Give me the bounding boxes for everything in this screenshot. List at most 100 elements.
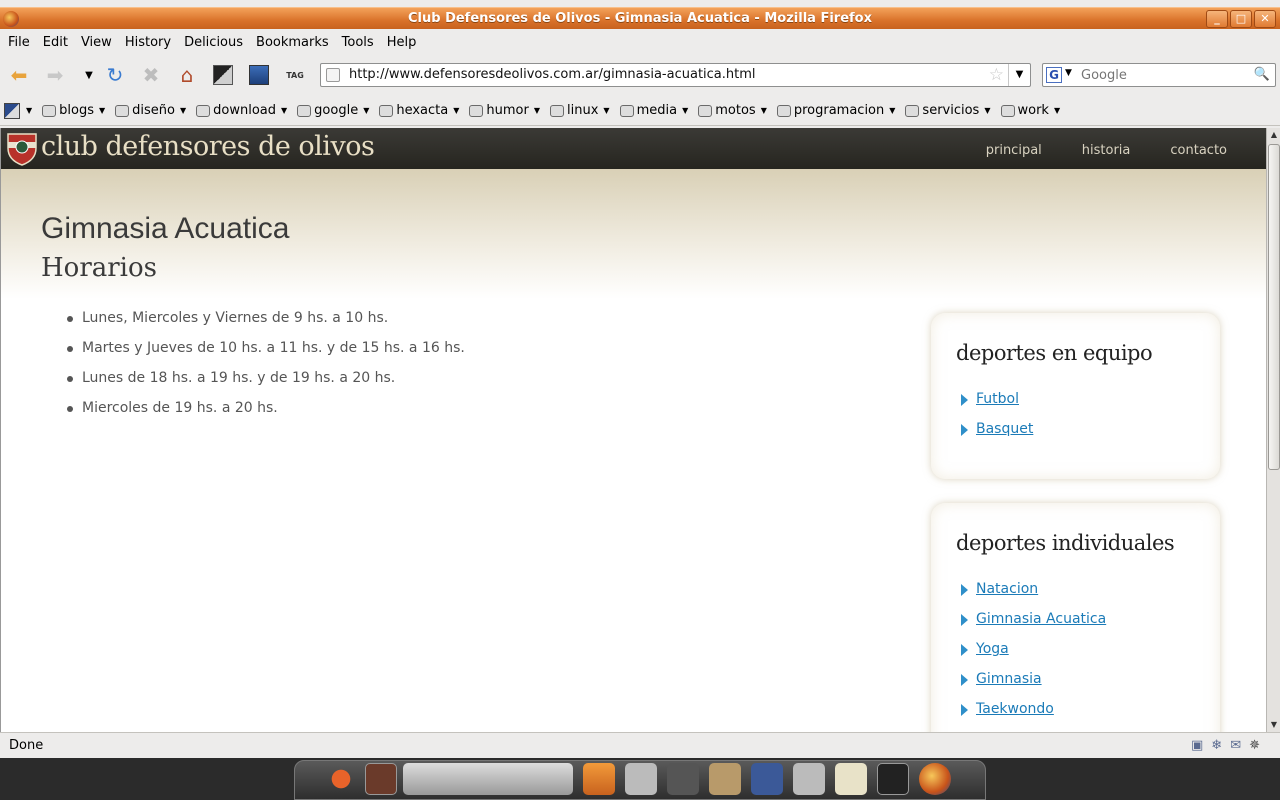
- bookmark-folder-linux[interactable]: linux ▼: [550, 103, 610, 118]
- browser-window: Club Defensores de Olivos - Gimnasia Acu…: [0, 0, 1280, 758]
- address-bar[interactable]: http://www.defensoresdeolivos.com.ar/gim…: [320, 63, 1031, 87]
- triangle-bullet-icon: [961, 614, 968, 626]
- menu-history[interactable]: History: [121, 35, 175, 50]
- firefox-icon[interactable]: [919, 763, 951, 795]
- bookmark-label: hexacta: [396, 103, 449, 118]
- search-input[interactable]: [1081, 66, 1251, 84]
- bookmark-folder-work[interactable]: work ▼: [1000, 103, 1061, 118]
- engine-dropdown-icon[interactable]: ▼: [1065, 68, 1072, 78]
- window-title: Club Defensores de Olivos - Gimnasia Acu…: [407, 11, 872, 26]
- search-bar[interactable]: G ▼ 🔍: [1042, 63, 1276, 87]
- folder-icon: [379, 104, 394, 117]
- back-arrow-icon[interactable]: ⬅: [6, 62, 32, 88]
- menu-delicious[interactable]: Delicious: [180, 35, 247, 50]
- scrollbar-thumb[interactable]: [1268, 144, 1280, 470]
- bookmark-folder-google[interactable]: google ▼: [297, 103, 369, 118]
- tag-icon[interactable]: TAG: [282, 62, 308, 88]
- chevron-down-icon: ▼: [682, 106, 689, 115]
- bookmark-folder-media[interactable]: media ▼: [619, 103, 689, 118]
- emule-icon[interactable]: [709, 763, 741, 795]
- link-gimnasia[interactable]: Gimnasia: [976, 671, 1042, 687]
- site-header: club defensores de olivos principal hist…: [1, 128, 1266, 169]
- close-button[interactable]: ✕: [1254, 10, 1276, 28]
- recycle-icon[interactable]: [583, 763, 615, 795]
- bookmark-folder-servicios[interactable]: servicios ▼: [905, 103, 991, 118]
- sidebar-link-item: Basquet: [961, 421, 1220, 451]
- bookmark-folder-programacion[interactable]: programacion ▼: [776, 103, 895, 118]
- drive-icon[interactable]: [793, 763, 825, 795]
- title-bar[interactable]: Club Defensores de Olivos - Gimnasia Acu…: [0, 7, 1280, 29]
- site-identity-icon[interactable]: [326, 68, 340, 82]
- bookmark-folder-download[interactable]: download ▼: [196, 103, 287, 118]
- minimize-button[interactable]: _: [1206, 10, 1228, 28]
- link-basquet[interactable]: Basquet: [976, 421, 1033, 437]
- menu-tools[interactable]: Tools: [338, 35, 378, 50]
- status-text: Done: [9, 738, 44, 753]
- nav-principal[interactable]: principal: [986, 143, 1042, 158]
- menu-file[interactable]: File: [4, 35, 34, 50]
- window-previews[interactable]: [403, 763, 573, 795]
- bookmark-star-icon[interactable]: ☆: [989, 65, 1004, 85]
- drive-icon[interactable]: [625, 763, 657, 795]
- home-icon[interactable]: ⌂: [174, 62, 200, 88]
- chevron-down-icon: ▼: [1053, 106, 1061, 115]
- nav-historia[interactable]: historia: [1082, 143, 1131, 158]
- google-engine-icon[interactable]: G: [1046, 67, 1062, 83]
- url-text[interactable]: http://www.defensoresdeolivos.com.ar/gim…: [349, 67, 756, 82]
- individual-sports-box: deportes individuales Natacion Gimnasia …: [931, 503, 1220, 732]
- club-shield-logo[interactable]: [5, 130, 39, 166]
- link-yoga[interactable]: Yoga: [976, 641, 1009, 657]
- menu-help[interactable]: Help: [383, 35, 421, 50]
- bookmark-folder-diseno[interactable]: diseño ▼: [115, 103, 186, 118]
- bookmark-page-icon[interactable]: [246, 62, 272, 88]
- sidebar-link-item: Gimnasia Acuatica: [961, 611, 1220, 641]
- vertical-scrollbar[interactable]: ▲ ▼: [1266, 128, 1280, 732]
- sidebar-link-item: Natacion: [961, 581, 1220, 611]
- nav-contacto[interactable]: contacto: [1170, 143, 1227, 158]
- folder-icon: [550, 104, 565, 117]
- page-viewport[interactable]: club defensores de olivos principal hist…: [0, 128, 1266, 732]
- stop-icon[interactable]: ✖: [138, 62, 164, 88]
- video-player-icon[interactable]: [365, 763, 397, 795]
- bookmark-folder-blogs[interactable]: blogs ▼: [42, 103, 105, 118]
- maximize-button[interactable]: □: [1230, 10, 1252, 28]
- ubuntu-icon[interactable]: [325, 763, 357, 795]
- history-dropdown-icon[interactable]: ▼: [76, 62, 102, 88]
- speaker-icon[interactable]: [667, 763, 699, 795]
- forward-arrow-icon[interactable]: ➡: [42, 62, 68, 88]
- sidebar-link-item: Gimnasia: [961, 671, 1220, 701]
- bookmark-label: google: [314, 103, 359, 118]
- link-gimnasia-acuatica[interactable]: Gimnasia Acuatica: [976, 611, 1106, 627]
- link-taekwondo[interactable]: Taekwondo: [976, 701, 1054, 717]
- reload-icon[interactable]: ↻: [102, 62, 128, 88]
- text-editor-icon[interactable]: [835, 763, 867, 795]
- delicious-status-icon[interactable]: ▣: [1191, 738, 1203, 753]
- folder-icon: [115, 104, 130, 117]
- navigation-toolbar: ⬅ ➡ ▼ ↻ ✖ ⌂ TAG http://www.defensoresdeo…: [0, 56, 1280, 94]
- search-icon[interactable]: 🔍: [1254, 67, 1270, 82]
- bookmark-label: humor: [486, 103, 529, 118]
- link-futbol[interactable]: Futbol: [976, 391, 1019, 407]
- site-name[interactable]: club defensores de olivos: [41, 131, 375, 162]
- snowflake-icon[interactable]: ❄: [1211, 738, 1222, 753]
- bookmark-folder-hexacta[interactable]: hexacta ▼: [379, 103, 459, 118]
- chevron-down-icon: ▼: [603, 106, 610, 115]
- menu-edit[interactable]: Edit: [39, 35, 72, 50]
- folder-icon: [619, 104, 634, 117]
- facebook-icon[interactable]: [751, 763, 783, 795]
- scroll-down-icon[interactable]: ▼: [1267, 718, 1280, 732]
- folder-icon: [42, 104, 57, 117]
- menu-view[interactable]: View: [77, 35, 116, 50]
- triangle-bullet-icon: [961, 394, 968, 406]
- scroll-up-icon[interactable]: ▲: [1267, 128, 1280, 142]
- bookmarks-menu-button[interactable]: ▼: [4, 102, 32, 119]
- bookmark-folder-motos[interactable]: motos ▼: [698, 103, 767, 118]
- bookmark-folder-humor[interactable]: humor ▼: [469, 103, 540, 118]
- url-dropdown-icon[interactable]: ▼: [1008, 64, 1030, 86]
- bug-icon[interactable]: ✵: [1249, 738, 1260, 753]
- menu-bookmarks[interactable]: Bookmarks: [252, 35, 333, 50]
- link-natacion[interactable]: Natacion: [976, 581, 1038, 597]
- terminal-icon[interactable]: [877, 763, 909, 795]
- screenshot-icon[interactable]: [210, 62, 236, 88]
- mail-icon[interactable]: ✉: [1230, 738, 1241, 753]
